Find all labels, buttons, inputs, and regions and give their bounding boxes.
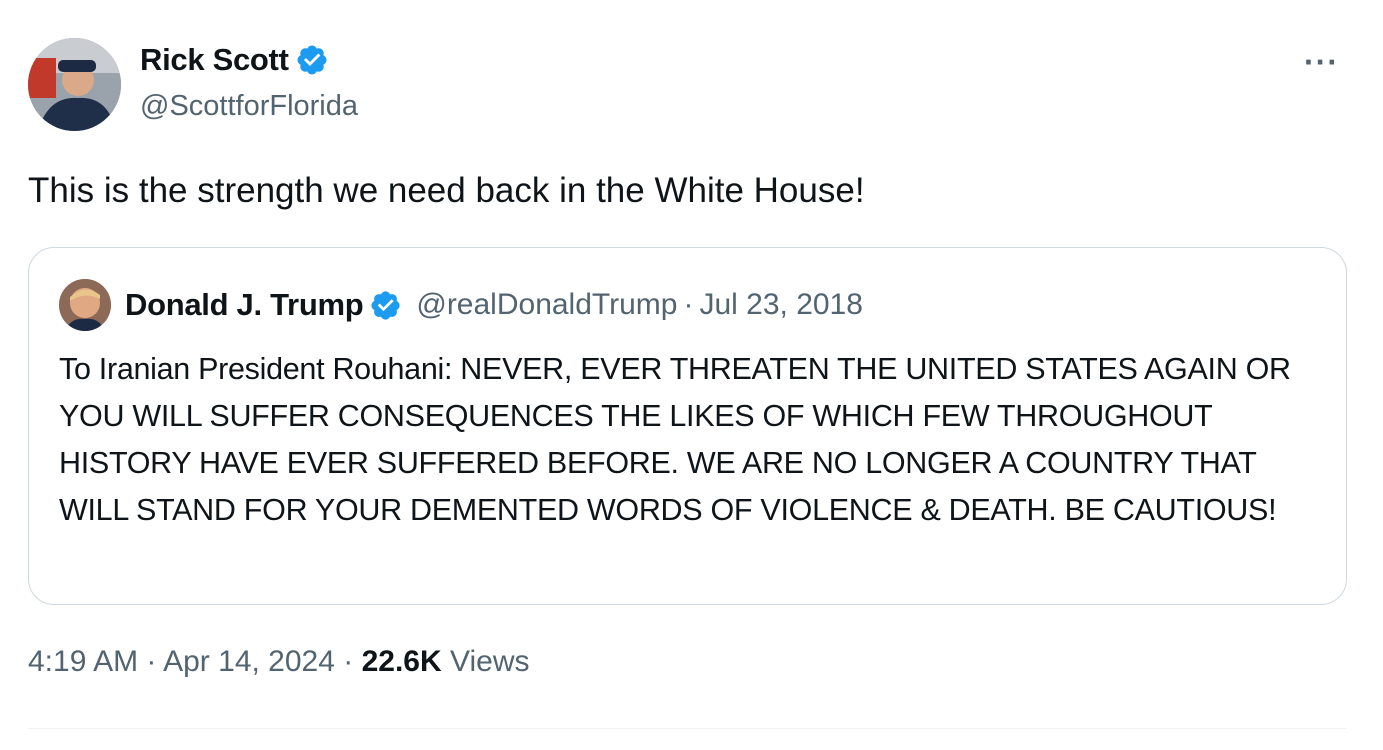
quoted-avatar-photo-icon — [59, 279, 111, 331]
verified-badge-icon[interactable] — [295, 43, 329, 77]
quoted-tweet-header: Donald J. Trump @realDonaldTrump · Jul 2… — [59, 278, 863, 332]
quoted-tweet-text: To Iranian President Rouhani: NEVER, EVE… — [59, 352, 1291, 527]
tweet-date[interactable]: Apr 14, 2024 — [163, 645, 335, 678]
tweet-text: This is the strength we need back in the… — [28, 171, 865, 210]
quoted-verified-badge-icon — [371, 290, 400, 320]
more-options-button[interactable]: ··· — [1304, 44, 1339, 81]
author-avatar[interactable] — [28, 38, 121, 131]
tweet-metadata: 4:19 AM · Apr 14, 2024 · 22.6K Views — [28, 645, 529, 679]
quoted-tweet-date[interactable]: Jul 23, 2018 — [699, 288, 862, 322]
tweet-author: Rick Scott @ScottforFlorida — [140, 40, 358, 123]
avatar-photo-icon — [28, 38, 121, 131]
author-handle[interactable]: @ScottforFlorida — [140, 90, 358, 123]
bottom-divider — [28, 728, 1347, 729]
views-count[interactable]: 22.6K — [362, 645, 442, 678]
tweet-time[interactable]: 4:19 AM — [28, 645, 138, 678]
quoted-author-handle[interactable]: @realDonaldTrump — [416, 288, 677, 322]
quoted-author-avatar[interactable] — [59, 279, 111, 331]
quoted-tweet[interactable]: Donald J. Trump @realDonaldTrump · Jul 2… — [28, 247, 1347, 605]
meta-separator: · — [146, 645, 157, 678]
quoted-author-display-name[interactable]: Donald J. Trump — [125, 287, 364, 323]
meta-separator-2: · — [343, 645, 354, 678]
author-display-name[interactable]: Rick Scott — [140, 42, 289, 78]
quoted-header-separator: · — [683, 288, 694, 321]
author-name-row: Rick Scott — [140, 40, 358, 80]
views-label: Views — [450, 645, 530, 678]
